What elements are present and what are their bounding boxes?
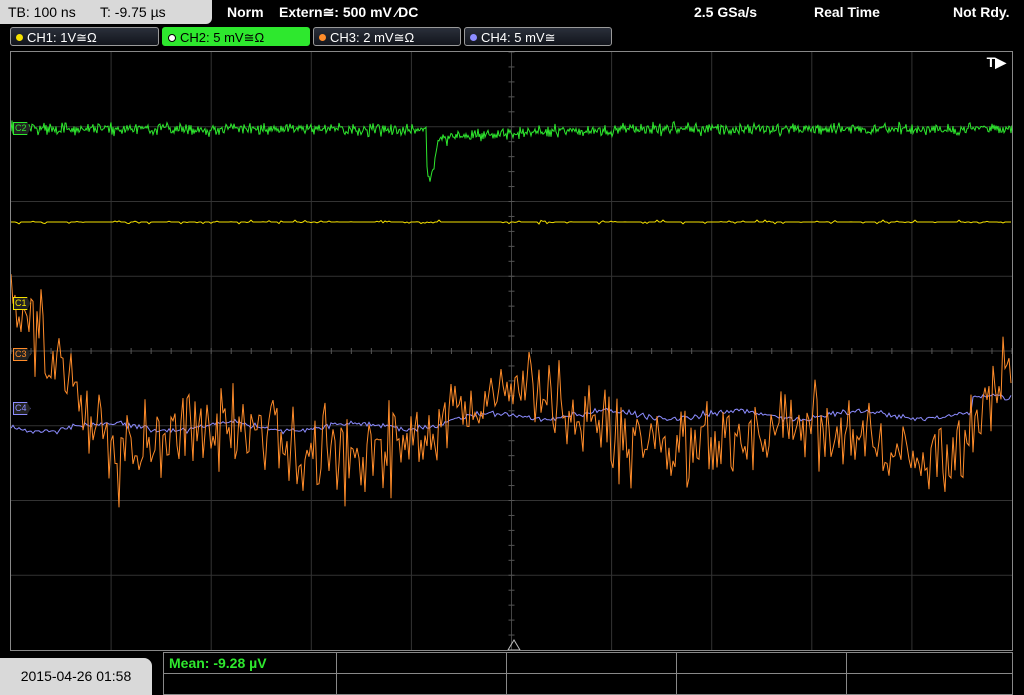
channel-tabs: CH1: 1V≅Ω CH2: 5 mV≅Ω CH3: 2 mV≅Ω CH4: 5…: [0, 27, 1024, 49]
channel-tab-ch4[interactable]: CH4: 5 mV≅: [464, 27, 612, 46]
waveform-canvas: [11, 52, 1012, 650]
bottom-bar: 2015-04-26 01:58 Mean: -9.28 µV: [0, 651, 1024, 695]
circle-icon: [16, 34, 23, 42]
timebase-value: TB: 100 ns: [8, 4, 76, 20]
trigger-source[interactable]: Extern≅: 500 mV ⁄DC: [279, 0, 418, 24]
acquisition-mode: Real Time: [814, 4, 880, 20]
circle-icon: [319, 34, 326, 42]
channel-tab-ch1[interactable]: CH1: 1V≅Ω: [10, 27, 159, 46]
channel-marker-ch4[interactable]: C4: [13, 402, 31, 415]
channel-label: CH4: 5 mV≅: [481, 30, 556, 45]
channel-tab-ch3[interactable]: CH3: 2 mV≅Ω: [313, 27, 461, 46]
mean-measurement: Mean: -9.28 µV: [169, 655, 267, 671]
channel-label: CH2: 5 mV≅Ω: [180, 30, 265, 45]
timebase-box[interactable]: TB: 100 ns T: -9.75 µs: [0, 0, 212, 24]
measurement-panel[interactable]: Mean: -9.28 µV: [163, 652, 1013, 695]
acquisition-status: Not Rdy.: [953, 4, 1010, 20]
channel-marker-ch3[interactable]: C3: [13, 348, 31, 361]
channel-label: CH3: 2 mV≅Ω: [330, 30, 415, 45]
measurement-row-divider: [164, 673, 1012, 674]
graticule: [11, 52, 1012, 650]
circle-icon: [168, 33, 176, 42]
trigger-arrow-icon[interactable]: T▶: [987, 54, 1006, 71]
channel-label: CH1: 1V≅Ω: [27, 30, 97, 45]
waveform-display[interactable]: T▶ C2 C1 C3 C4: [10, 51, 1013, 651]
trigger-mode[interactable]: Norm: [227, 0, 264, 24]
channel-marker-ch2[interactable]: C2: [13, 122, 31, 135]
trigger-position-icon: [507, 639, 521, 650]
sample-rate: 2.5 GSa/s: [694, 4, 758, 20]
circle-icon: [470, 34, 477, 42]
channel-tab-ch2[interactable]: CH2: 5 mV≅Ω: [162, 27, 310, 46]
trigger-time-value: T: -9.75 µs: [100, 4, 166, 20]
date-time[interactable]: 2015-04-26 01:58: [0, 658, 152, 695]
channel-marker-ch1[interactable]: C1: [13, 297, 31, 310]
status-bar: TB: 100 ns T: -9.75 µs Norm Extern≅: 500…: [0, 0, 1024, 26]
